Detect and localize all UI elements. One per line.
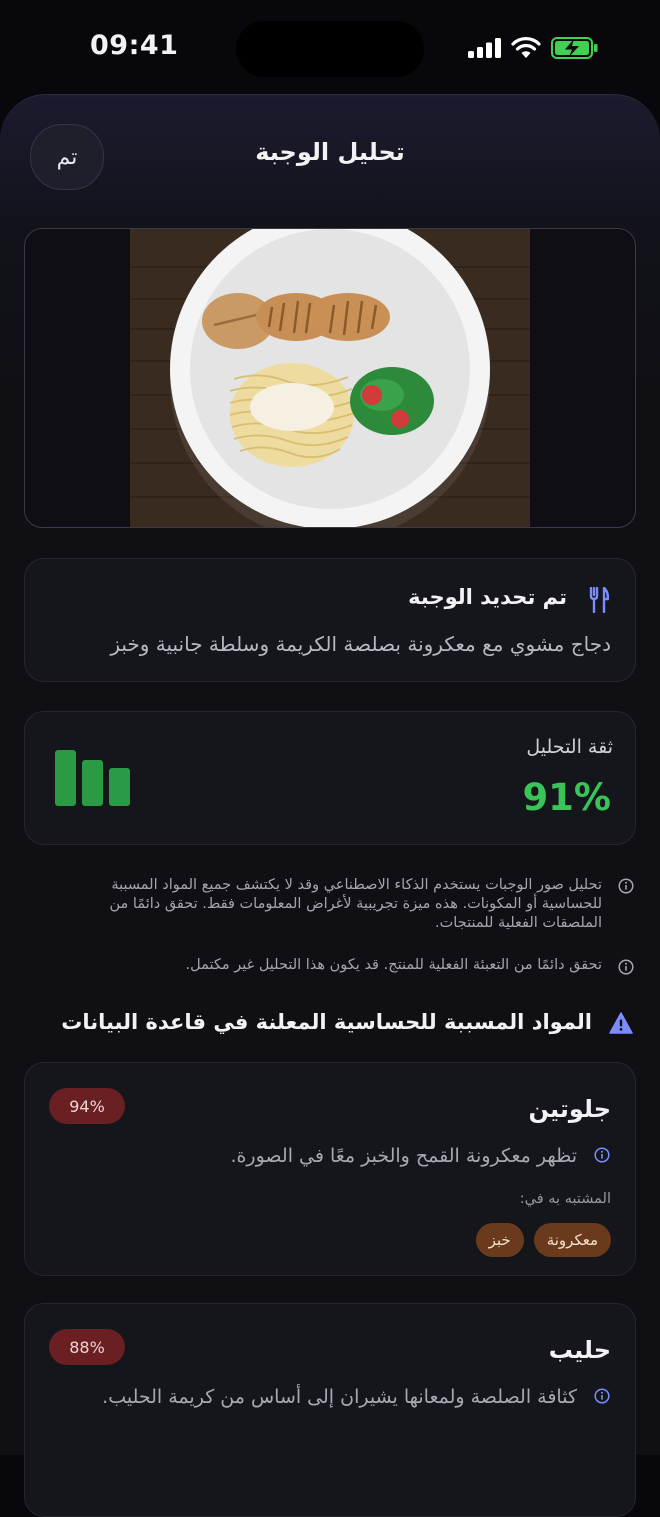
- warning-triangle-icon: [609, 1012, 633, 1034]
- meal-identified-card: تم تحديد الوجبة دجاج مشوي مع معكرونة بصل…: [24, 558, 636, 682]
- ingredient-chip: خبز: [475, 1223, 524, 1257]
- info-circle-icon: [594, 1147, 610, 1163]
- allergens-section-title: المواد المسببة للحساسية المعلنة في قاعدة…: [61, 1010, 592, 1034]
- dynamic-island: [236, 21, 424, 77]
- battery-charging-icon: [551, 37, 598, 59]
- meal-photo: [130, 229, 530, 527]
- probability-badge: 88%: [49, 1329, 125, 1365]
- suspected-ingredients: معكرونة خبز: [475, 1223, 611, 1257]
- info-circle-icon: [618, 959, 634, 975]
- confidence-value: 91%: [522, 776, 611, 819]
- meal-photo-card: [24, 228, 636, 528]
- allergen-reason: تظهر معكرونة القمح والخبز معًا في الصورة…: [230, 1145, 577, 1167]
- wifi-icon: [511, 37, 541, 58]
- confidence-card: ثقة التحليل 91%: [24, 711, 636, 845]
- fork-knife-icon: [589, 587, 609, 613]
- confidence-label: ثقة التحليل: [526, 736, 613, 758]
- probability-value: 88%: [69, 1337, 105, 1357]
- verify-note: تحقق دائمًا من التعبئة الفعلية للمنتج. ق…: [185, 957, 602, 973]
- disclaimer-note: تحليل صور الوجبات يستخدم الذكاء الاصطناع…: [109, 877, 602, 931]
- allergen-card-milk[interactable]: حليب 88% كثافة الصلصة ولمعانها يشيران إل…: [24, 1303, 636, 1517]
- meal-description: دجاج مشوي مع معكرونة بصلصة الكريمة وسلطة…: [110, 632, 611, 656]
- meal-heading: تم تحديد الوجبة: [408, 585, 567, 609]
- allergen-reason: كثافة الصلصة ولمعانها يشيران إلى أساس من…: [102, 1386, 577, 1408]
- page-title: تحليل الوجبة: [255, 138, 405, 166]
- status-time: 09:41: [90, 30, 179, 61]
- probability-badge: 94%: [49, 1088, 125, 1124]
- allergen-card-gluten[interactable]: جلوتين 94% تظهر معكرونة القمح والخبز معً…: [24, 1062, 636, 1276]
- allergen-name: حليب: [548, 1336, 611, 1364]
- signal-icon: [468, 38, 501, 58]
- bar-chart-icon: [55, 750, 131, 806]
- info-circle-icon: [618, 878, 634, 894]
- allergen-name: جلوتين: [528, 1095, 611, 1123]
- status-bar: 09:41: [0, 0, 660, 96]
- probability-value: 94%: [69, 1096, 105, 1116]
- ingredient-chip: معكرونة: [533, 1223, 611, 1257]
- info-circle-icon: [594, 1388, 610, 1404]
- suspected-in-label: المشتبه به في:: [519, 1191, 611, 1207]
